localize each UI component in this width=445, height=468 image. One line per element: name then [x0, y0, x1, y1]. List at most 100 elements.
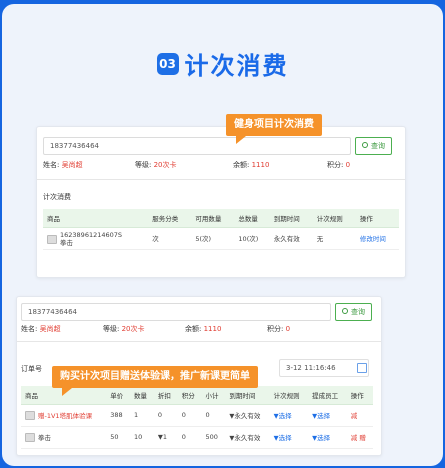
price-cell: 388 — [106, 404, 131, 427]
col-action: 操作 — [355, 209, 399, 228]
product-thumbnail — [47, 234, 57, 244]
col-points: 积分 — [177, 386, 202, 405]
product-code: 16238961214607S — [60, 231, 123, 239]
points-label: 积分: — [327, 161, 344, 169]
section-title: 计次消费 — [184, 52, 289, 80]
action-cell: 减 赠 — [346, 426, 373, 449]
col-qty: 数量 — [130, 386, 154, 405]
discount-cell[interactable]: ▼1 — [153, 426, 178, 449]
name-label: 姓名: — [21, 325, 38, 333]
points-value: 0 — [345, 161, 351, 169]
table-row: 赠-1V1塔肌体验课 388 1 0 0 0 ▼永久有效 ▼选择 ▼选择 减 — [21, 404, 373, 427]
product-thumbnail — [25, 433, 35, 443]
modify-time-link[interactable]: 修改时间 — [355, 227, 399, 250]
points-label: 积分: — [267, 325, 284, 333]
callout-bottom: 购买计次项目赠送体验课，推广新课更简单 — [52, 366, 258, 396]
member-points: 积分: 0 — [267, 324, 290, 334]
level-label: 等级: — [103, 325, 120, 333]
member-phone-input[interactable]: 18377436464 — [21, 303, 331, 321]
balance-value: 1110 — [251, 161, 270, 169]
col-subtotal: 小计 — [201, 386, 226, 405]
product-thumbnail — [25, 411, 35, 421]
name-value: 吴尚超 — [61, 161, 83, 169]
col-total: 总数量 — [234, 209, 270, 228]
product-cell: 拳击 — [21, 426, 107, 449]
callout-tail — [62, 388, 72, 396]
search-button-label: 查询 — [351, 308, 365, 316]
col-staff: 提成员工 — [308, 386, 347, 405]
name-label: 姓名: — [43, 161, 60, 169]
expiry-select[interactable]: ▼永久有效 — [225, 404, 270, 427]
total-cell: 10(次) — [234, 227, 270, 250]
callout-bottom-text: 购买计次项目赠送体验课，推广新课更简单 — [60, 371, 250, 382]
callout-top-text: 健身项目计次消费 — [234, 119, 314, 130]
divider — [37, 179, 405, 180]
expiry-cell: 永久有效 — [269, 227, 313, 250]
balance-value: 1110 — [203, 325, 222, 333]
product-cell: 16238961214607S 拳击 — [43, 227, 149, 250]
member-points: 积分: 0 — [327, 160, 350, 170]
order-items-table: 商品 单价 数量 折扣 积分 小计 到期时间 计次规则 提成员工 操作 赠-1V… — [21, 386, 373, 449]
qty-cell[interactable]: 10 — [130, 426, 154, 449]
staff-select[interactable]: ▼选择 — [308, 404, 347, 427]
gift-button[interactable]: 赠 — [359, 434, 366, 442]
calendar-icon[interactable] — [357, 363, 367, 373]
member-phone-input[interactable]: 18377436464 — [43, 137, 351, 155]
search-icon — [362, 142, 368, 148]
points-cell: 0 — [177, 404, 202, 427]
product-name: 赠-1V1塔肌体验课 — [38, 411, 93, 420]
price-cell: 50 — [106, 426, 131, 449]
level-value: 20次卡 — [121, 325, 145, 333]
member-balance: 余额: 1110 — [233, 160, 269, 170]
col-price: 单价 — [106, 386, 131, 405]
product-name: 拳击 — [38, 433, 51, 442]
search-button[interactable]: 查询 — [355, 137, 392, 155]
reduce-button[interactable]: 减 — [351, 412, 358, 420]
col-discount: 折扣 — [153, 386, 178, 405]
level-value: 20次卡 — [153, 161, 177, 169]
col-rule: 计次规则 — [269, 386, 309, 405]
col-product: 商品 — [43, 209, 149, 228]
rule-cell: 无 — [312, 227, 356, 250]
qty-cell[interactable]: 1 — [130, 404, 154, 427]
order-number-label: 订单号 — [21, 365, 42, 373]
points-cell: 0 — [177, 426, 202, 449]
section-label: 计次消费 — [43, 193, 71, 201]
expiry-select[interactable]: ▼永久有效 — [225, 426, 270, 449]
product-name: 拳击 — [60, 239, 73, 247]
section-heading: 03 计次消费 — [0, 46, 445, 81]
member-level: 等级: 20次卡 — [103, 324, 145, 334]
action-cell: 减 — [346, 404, 373, 427]
staff-select[interactable]: ▼选择 — [308, 426, 347, 449]
col-expiry: 到期时间 — [225, 386, 270, 405]
section-number-badge: 03 — [156, 52, 179, 75]
search-icon — [342, 308, 348, 314]
balance-label: 余额: — [233, 161, 250, 169]
divider — [17, 341, 381, 342]
member-name: 姓名: 吴尚超 — [43, 160, 83, 170]
count-items-table: 商品 服务分类 可用数量 总数量 到期时间 计次规则 操作 1623896121… — [43, 209, 399, 250]
rule-select[interactable]: ▼选择 — [269, 426, 309, 449]
table-row: 拳击 50 10 ▼1 0 500 ▼永久有效 ▼选择 ▼选择 减 赠 — [21, 426, 373, 449]
col-rule: 计次规则 — [312, 209, 356, 228]
product-cell: 赠-1V1塔肌体验课 — [21, 404, 107, 427]
member-name: 姓名: 吴尚超 — [21, 324, 61, 334]
subtotal-cell: 0 — [201, 404, 226, 427]
table-row: 16238961214607S 拳击 次 5(次) 10(次) 永久有效 无 修改… — [43, 227, 399, 250]
member-level: 等级: 20次卡 — [135, 160, 177, 170]
rule-select[interactable]: ▼选择 — [269, 404, 309, 427]
col-action: 操作 — [346, 386, 373, 405]
search-button[interactable]: 查询 — [335, 303, 372, 321]
name-value: 吴尚超 — [39, 325, 61, 333]
order-datetime-input[interactable]: 3-12 11:16:46 — [279, 359, 369, 377]
subtotal-cell: 500 — [201, 426, 226, 449]
reduce-button[interactable]: 减 — [351, 434, 358, 442]
discount-cell[interactable]: 0 — [153, 404, 178, 427]
callout-tail — [236, 136, 246, 144]
search-button-label: 查询 — [371, 142, 385, 150]
callout-top: 健身项目计次消费 — [226, 114, 322, 144]
points-value: 0 — [285, 325, 291, 333]
balance-label: 余额: — [185, 325, 202, 333]
level-label: 等级: — [135, 161, 152, 169]
col-available: 可用数量 — [191, 209, 235, 228]
